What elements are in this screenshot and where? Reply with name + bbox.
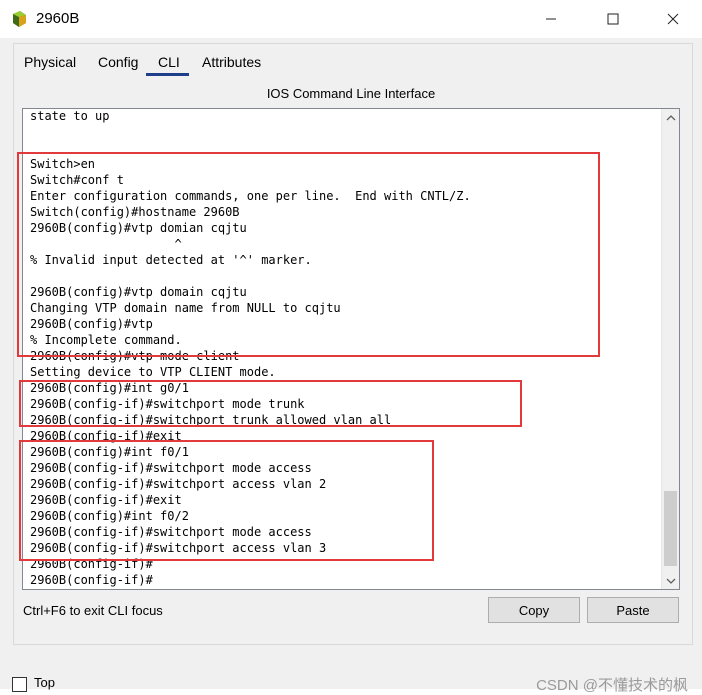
tab-physical[interactable]: Physical — [24, 54, 76, 70]
bottom-bar: Top CSDN @不懂技术的枫 — [0, 654, 702, 694]
minimize-button[interactable] — [528, 0, 574, 38]
scroll-down-button[interactable] — [662, 572, 679, 589]
scroll-thumb[interactable] — [664, 491, 677, 566]
tab-cli[interactable]: CLI — [158, 54, 180, 70]
copy-button[interactable]: Copy — [488, 597, 580, 623]
chevron-down-icon — [666, 578, 675, 584]
packet-tracer-switch-icon — [13, 11, 26, 27]
minimize-icon — [546, 18, 556, 20]
terminal-scrollbar[interactable] — [661, 109, 679, 589]
highlight-box-trunk-config — [19, 380, 522, 427]
paste-button[interactable]: Paste — [587, 597, 679, 623]
highlight-box-access-config — [19, 440, 434, 561]
cli-title: IOS Command Line Interface — [266, 86, 436, 101]
top-label: Top — [34, 675, 55, 690]
watermark: CSDN @不懂技术的枫 — [536, 677, 688, 694]
close-button[interactable] — [650, 0, 696, 38]
tab-config[interactable]: Config — [98, 54, 138, 70]
maximize-button[interactable] — [590, 0, 636, 38]
highlight-box-vtp-config — [17, 152, 600, 357]
close-icon — [667, 13, 679, 25]
tab-attributes[interactable]: Attributes — [202, 54, 261, 70]
title-bar: 2960B — [0, 0, 702, 38]
window-title: 2960B — [36, 10, 80, 27]
top-checkbox[interactable] — [12, 677, 27, 692]
cli-focus-hint: Ctrl+F6 to exit CLI focus — [23, 603, 163, 618]
active-tab-indicator — [146, 73, 189, 76]
scroll-up-button[interactable] — [662, 109, 679, 126]
window-body: Physical Config CLI Attributes IOS Comma… — [0, 38, 702, 694]
maximize-icon — [607, 13, 619, 25]
chevron-up-icon — [666, 114, 675, 120]
